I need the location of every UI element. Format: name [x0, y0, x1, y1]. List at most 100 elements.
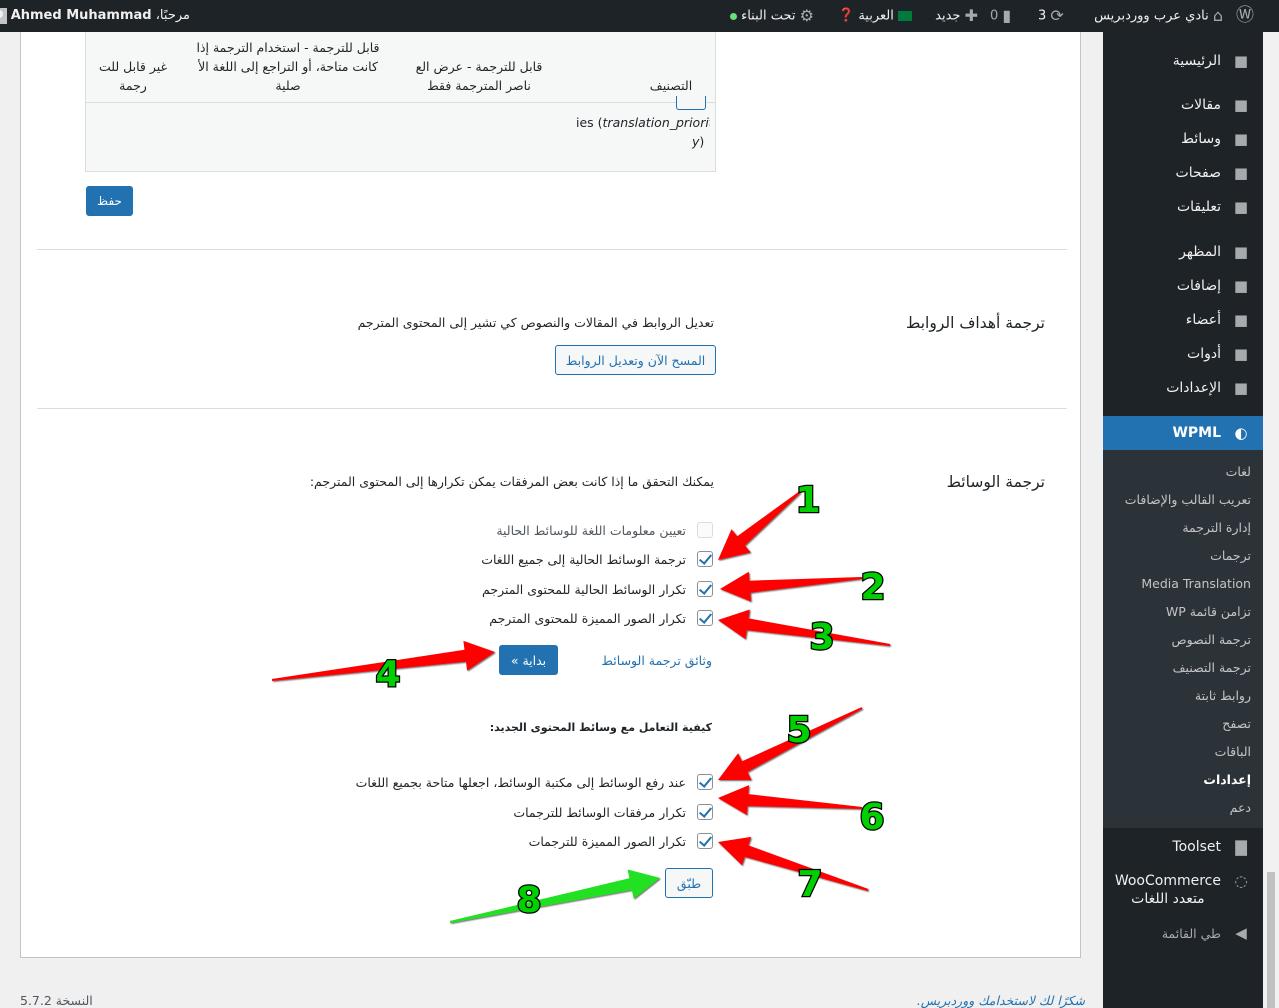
sidebar-item-4[interactable]: ■ تعليقات [1103, 190, 1263, 224]
media-translation-docs-link[interactable]: وثائق ترجمة الوسائط [601, 653, 712, 668]
collapse-icon: ◀ [1235, 924, 1247, 942]
sidebar-item-2[interactable]: ■ وسائط [1103, 122, 1263, 156]
flag-icon [898, 11, 912, 21]
updates-menu[interactable]: 3 ⟳ [1038, 0, 1078, 32]
updates-icon: ⟳ [1050, 6, 1064, 25]
sidebar-item-7[interactable]: ■ أعضاء [1103, 303, 1263, 337]
link-targets-description: تعديل الروابط في المقالات والنصوص كي تشي… [357, 315, 714, 330]
sidebar-item-wpml[interactable]: ◐ WPML [1095, 416, 1263, 450]
sidebar-subitem-12[interactable]: دعم [1103, 794, 1263, 822]
scan-fix-links-button[interactable]: المسح الآن وتعديل الروابط [555, 345, 716, 375]
duplicate-existing-media-checkbox[interactable] [697, 581, 713, 597]
settings-icon: ■ [1233, 379, 1249, 397]
start-button[interactable]: بداية » [499, 645, 558, 675]
duplicate-featured-new-checkbox[interactable] [697, 833, 713, 849]
taxonomy-row-name: ies (translation_priority [576, 115, 710, 130]
footer-thanks[interactable]: شكرًا لك لاستخدامك ووردبريس. [917, 993, 1085, 1008]
sidebar-subitem-8[interactable]: روابط ثابتة [1103, 682, 1263, 710]
sidebar-item-3[interactable]: ■ صفحات [1103, 156, 1263, 190]
sidebar-item-6[interactable]: ■ إضافات [1103, 269, 1263, 303]
duplicate-featured-new-label: تكرار الصور المميزة للترجمات [528, 834, 686, 849]
sidebar-subitem-3[interactable]: ترجمات [1103, 542, 1263, 570]
new-content-heading: كيفية التعامل مع وسائط المحتوى الجديد: [489, 721, 712, 734]
woocommerce-icon: ◌ [1234, 872, 1248, 890]
link-targets-title: ترجمة أهداف الروابط [906, 314, 1045, 332]
status-dot-icon [729, 12, 737, 20]
sidebar-subitem-2[interactable]: إدارة الترجمة [1103, 514, 1263, 542]
new-content-menu[interactable]: ✚ جديد [922, 0, 978, 32]
table-header-not-translatable: غير قابل للت رجمة [98, 59, 168, 93]
sidebar-item-9[interactable]: ■ الإعدادات [1103, 371, 1263, 405]
media-translation-description: يمكنك التحقق ما إذا كانت بعض المرفقات يم… [309, 474, 714, 489]
greeting: مرحبًا، [155, 8, 190, 23]
sidebar-subitem-9[interactable]: تصفح [1103, 710, 1263, 738]
site-name: نادي عرب ووردبريس [1094, 8, 1209, 24]
help-icon: ❓ [838, 8, 855, 23]
table-header-translate-fallback: قابل للترجمة - استخدام الترجمة إذا كانت م… [196, 40, 380, 93]
sidebar-subitem-1[interactable]: تعريب القالب والإضافات [1103, 486, 1263, 514]
table-header-taxonomy: التصنيف [649, 78, 693, 93]
avatar [0, 7, 7, 24]
site-name-menu[interactable]: ⌂ نادي عرب ووردبريس [1088, 0, 1223, 32]
sidebar-item-5[interactable]: ■ المظهر [1103, 235, 1263, 269]
wordpress-logo-icon[interactable]: Ⓦ [1236, 0, 1254, 32]
duplicate-media-attachments-label: تكرار مرفقات الوسائط للترجمات [513, 805, 686, 820]
media-translation-title: ترجمة الوسائط [946, 473, 1045, 491]
set-language-info-checkbox[interactable] [697, 522, 713, 538]
sidebar-subitem-11[interactable]: إعدادات [1103, 766, 1263, 794]
comments-icon: ■ [1233, 198, 1249, 216]
set-language-info-label: تعيين معلومات اللغة للوسائط الحالية [496, 523, 686, 538]
sidebar-subitem-6[interactable]: ترجمة النصوص [1103, 626, 1263, 654]
pin-icon: ■ [1233, 96, 1249, 114]
table-header-translate-only: قابل للترجمة - عرض الع ناصر المترجمة فقط [415, 59, 543, 93]
duplicate-media-attachments-checkbox[interactable] [697, 804, 713, 820]
appearance-icon: ■ [1233, 243, 1249, 261]
sidebar-item-1[interactable]: ■ مقالات [1103, 88, 1263, 122]
scrollbar-thumb[interactable] [1267, 872, 1275, 1008]
duplicate-featured-existing-checkbox[interactable] [697, 610, 713, 626]
admin-sidebar: ■ الرئيسية ■ مقالات ■ وسائط ■ صفحات ■ تعليقات ■ الم… [1095, 32, 1263, 1008]
sidebar-item-woocommerce-multilingual[interactable]: ◌ WooCommerce متعدد اللغات [1103, 872, 1263, 912]
toolset-icon: ▇ [1235, 838, 1247, 856]
comments-menu[interactable]: 0 ▮ [990, 0, 1026, 32]
language-switcher[interactable]: العربية ❓ [830, 0, 912, 32]
wpml-submenu: لغات تعريب القالب والإضافات إدارة الترجمة ت… [1103, 450, 1263, 828]
media-icon: ■ [1233, 130, 1249, 148]
collapse-menu-button[interactable]: ◀ طي القائمة [1103, 916, 1263, 950]
home-icon: ⌂ [1212, 6, 1223, 25]
sidebar-subitem-0[interactable]: لغات [1103, 458, 1263, 486]
sidebar-subitem-5[interactable]: تزامن قائمة WP [1103, 598, 1263, 626]
settings-panel: التصنيف قابل للترجمة - عرض الع ناصر المتر… [20, 32, 1081, 958]
gear-icon: ⚙ [799, 6, 814, 25]
pages-icon: ■ [1233, 164, 1249, 182]
save-button[interactable]: حفظ [86, 186, 133, 216]
new-media-all-languages-checkbox[interactable] [697, 774, 713, 790]
footer-version: النسخة 5.7.2 [20, 993, 93, 1008]
apply-button[interactable]: طبّق [665, 868, 713, 898]
users-icon: ■ [1233, 311, 1249, 329]
plus-icon: ✚ [964, 6, 978, 25]
translate-existing-media-label: ترجمة الوسائط الحالية إلى جميع اللغات [481, 552, 686, 567]
translate-existing-media-checkbox[interactable] [697, 551, 713, 567]
dashboard-icon: ■ [1233, 52, 1249, 70]
taxonomy-translation-table: التصنيف قابل للترجمة - عرض الع ناصر المتر… [85, 32, 716, 172]
sidebar-subitem-4[interactable]: Media Translation [1103, 570, 1263, 598]
duplicate-existing-media-label: تكرار الوسائط الحالية للمحتوى المترجم [482, 582, 686, 597]
tools-icon: ■ [1233, 345, 1249, 363]
row-edit-button[interactable] [676, 96, 706, 110]
maintenance-mode[interactable]: ⚙ تحت البناء [722, 0, 814, 32]
sidebar-subitem-7[interactable]: ترجمة التصنيف [1103, 654, 1263, 682]
user-name: Ahmed Muhammad [10, 8, 152, 23]
sidebar-item-0[interactable]: ■ الرئيسية [1103, 44, 1263, 78]
duplicate-featured-existing-label: تكرار الصور المميزة للمحتوى المترجم [489, 611, 686, 626]
sidebar-item-8[interactable]: ■ أدوات [1103, 337, 1263, 371]
sidebar-item-toolset[interactable]: ▇ Toolset [1103, 830, 1263, 864]
new-media-all-languages-label: عند رفع الوسائط إلى مكتبة الوسائط، اجعله… [355, 775, 686, 790]
admin-bar: Ⓦ ⌂ نادي عرب ووردبريس 3 ⟳ 0 ▮ ✚ جديد الع… [0, 0, 1279, 32]
plugins-icon: ■ [1233, 277, 1249, 295]
my-account-menu[interactable]: مرحبًا، Ahmed Muhammad [0, 0, 190, 32]
sidebar-subitem-10[interactable]: الباقات [1103, 738, 1263, 766]
wpml-icon: ◐ [1234, 424, 1248, 442]
page-scrollbar[interactable] [1263, 32, 1279, 1008]
comment-bubble-icon: ▮ [1002, 6, 1012, 25]
